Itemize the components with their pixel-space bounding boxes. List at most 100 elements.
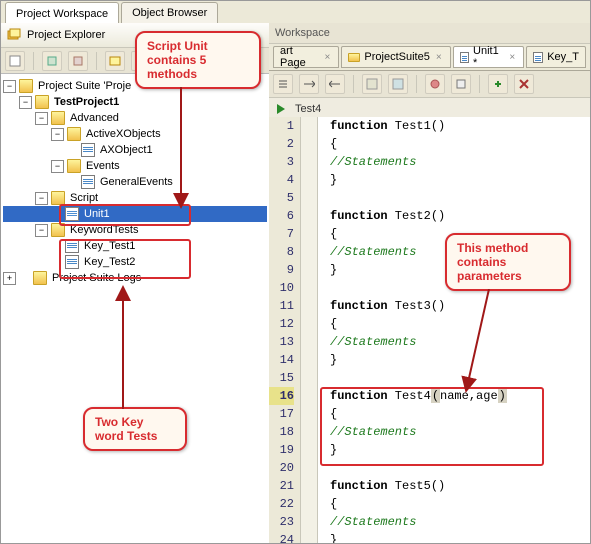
- file-icon: [65, 207, 79, 221]
- code-line: //Statements: [330, 513, 590, 531]
- folder-icon: [51, 191, 65, 205]
- tab-project-workspace[interactable]: Project Workspace: [5, 2, 119, 24]
- tree-item-generalevents[interactable]: GeneralEvents: [3, 174, 267, 190]
- toolbar-separator: [33, 52, 34, 70]
- toolbar-separator: [353, 75, 354, 93]
- line-number: 18: [269, 423, 294, 441]
- code-line: {: [330, 315, 590, 333]
- toolbar-button[interactable]: [299, 74, 319, 94]
- toolbar-button[interactable]: [325, 74, 345, 94]
- line-number: 6: [269, 207, 294, 225]
- tab-label: Object Browser: [132, 7, 207, 19]
- tree-label: GeneralEvents: [98, 174, 175, 190]
- doc-tab-unit1[interactable]: Unit1 *×: [453, 46, 525, 68]
- tree-item-unit1[interactable]: Unit1: [3, 206, 267, 222]
- tree-label: KeywordTests: [68, 222, 140, 238]
- collapse-icon[interactable]: −: [19, 96, 32, 109]
- toolbar-separator: [96, 52, 97, 70]
- tree-label: TestProject1: [52, 94, 121, 110]
- toolbar-button[interactable]: [425, 74, 445, 94]
- close-icon[interactable]: ×: [434, 52, 444, 63]
- line-number: 16: [269, 387, 294, 405]
- document-tabstrip: art Page × ProjectSuite5 × Unit1 *× Key_T: [269, 44, 590, 71]
- run-target-label: Test4: [295, 103, 321, 115]
- tree-label: Events: [84, 158, 122, 174]
- toolbar-button[interactable]: [362, 74, 382, 94]
- tree-item-logs[interactable]: +Project Suite Logs: [3, 270, 267, 286]
- code-line: [330, 189, 590, 207]
- doc-tab-suite[interactable]: ProjectSuite5 ×: [341, 46, 450, 68]
- toolbar-button[interactable]: [451, 74, 471, 94]
- line-number: 5: [269, 189, 294, 207]
- toolbar-button[interactable]: [273, 74, 293, 94]
- tab-label: art Page: [280, 45, 319, 69]
- toolbar-button[interactable]: [5, 51, 25, 71]
- folder-icon: [19, 79, 33, 93]
- tree-item-keytest1[interactable]: Key_Test1: [3, 238, 267, 254]
- tree-item-project[interactable]: − TestProject1: [3, 94, 267, 110]
- toolbar-button[interactable]: [488, 74, 508, 94]
- toolbar-button[interactable]: [68, 51, 88, 71]
- tree-item-axobject[interactable]: AXObject1: [3, 142, 267, 158]
- code-line: function Test4(name,age): [330, 387, 590, 405]
- toolbar-button[interactable]: [42, 51, 62, 71]
- code-line: //Statements: [330, 423, 590, 441]
- tree-item-events[interactable]: − Events: [3, 158, 267, 174]
- line-number: 1: [269, 117, 294, 135]
- doc-tab-startpage[interactable]: art Page ×: [273, 46, 339, 68]
- play-icon[interactable]: [277, 104, 285, 114]
- tree-item-advanced[interactable]: −Advanced: [3, 110, 267, 126]
- toolbar-button[interactable]: [105, 51, 125, 71]
- toolbar-button[interactable]: [514, 74, 534, 94]
- line-number: 8: [269, 243, 294, 261]
- tree-item-keytest2[interactable]: Key_Test2: [3, 254, 267, 270]
- collapse-icon[interactable]: −: [35, 192, 48, 205]
- collapse-icon[interactable]: −: [35, 224, 48, 237]
- editor-toolbar-main: [269, 71, 590, 98]
- code-line: function Test5(): [330, 477, 590, 495]
- workspace-header: Workspace: [269, 23, 590, 44]
- close-icon[interactable]: ×: [323, 52, 333, 63]
- project-explorer-panel: Project Explorer −Project Suite 'Proje −…: [1, 23, 270, 543]
- tree-item-keywordtests[interactable]: − KeywordTests: [3, 222, 267, 238]
- close-icon[interactable]: ×: [507, 52, 517, 63]
- tab-label: ProjectSuite5: [364, 51, 429, 63]
- line-gutter: 1234567891011121314151617181920212223242…: [269, 117, 301, 543]
- expand-icon[interactable]: +: [3, 272, 16, 285]
- code-line: [330, 369, 590, 387]
- code-line: }: [330, 441, 590, 459]
- project-tree[interactable]: −Project Suite 'Proje −TestProject1 −Adv…: [1, 74, 269, 290]
- folders-icon: [7, 28, 21, 42]
- tab-object-browser[interactable]: Object Browser: [121, 2, 218, 23]
- line-number: 7: [269, 225, 294, 243]
- doc-tab-keytest[interactable]: Key_T: [526, 46, 586, 68]
- code-line: function Test2(): [330, 207, 590, 225]
- header-text: Workspace: [275, 27, 330, 39]
- collapse-icon[interactable]: −: [51, 128, 64, 141]
- file-icon: [460, 52, 469, 63]
- collapse-icon[interactable]: −: [51, 160, 64, 173]
- collapse-icon[interactable]: −: [35, 112, 48, 125]
- code-area[interactable]: function Test1(){ //Statements}function …: [318, 117, 590, 543]
- folder-icon: [67, 127, 81, 141]
- callout-text: This method contains parameters: [457, 241, 528, 283]
- folder-icon: [33, 271, 47, 285]
- collapse-icon[interactable]: −: [3, 80, 16, 93]
- line-number: 22: [269, 495, 294, 513]
- toolbar-button[interactable]: [388, 74, 408, 94]
- folder-icon: [67, 159, 81, 173]
- tree-label: Key_Test1: [82, 238, 137, 254]
- line-number: 15: [269, 369, 294, 387]
- tab-label: Key_T: [547, 51, 579, 63]
- main-tabstrip: Project Workspace Object Browser: [1, 1, 590, 24]
- code-line: }: [330, 351, 590, 369]
- tree-item-activex[interactable]: −ActiveXObjects: [3, 126, 267, 142]
- line-number: 23: [269, 513, 294, 531]
- breakpoint-strip[interactable]: [301, 117, 318, 543]
- code-line: function Test3(): [330, 297, 590, 315]
- tree-item-script[interactable]: −Script: [3, 190, 267, 206]
- callout-text: Script Unit contains 5 methods: [147, 39, 208, 81]
- code-line: //Statements: [330, 153, 590, 171]
- line-number: 3: [269, 153, 294, 171]
- code-editor[interactable]: 1234567891011121314151617181920212223242…: [269, 117, 590, 543]
